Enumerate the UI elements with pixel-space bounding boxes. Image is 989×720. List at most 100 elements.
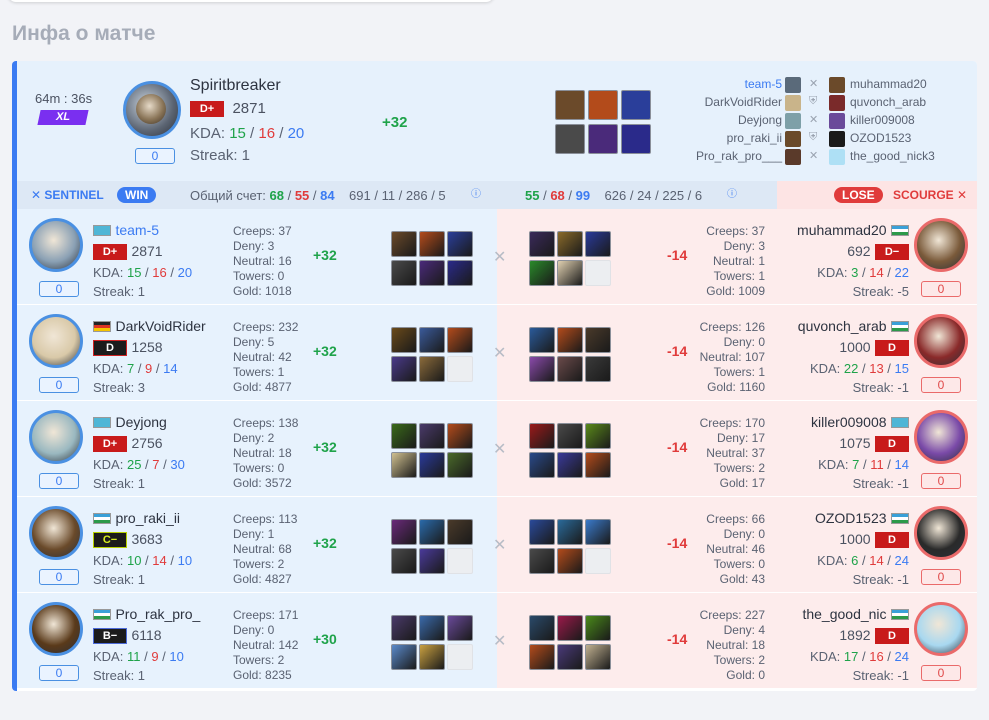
item-slot[interactable]: [447, 548, 473, 574]
player-avatar[interactable]: [914, 506, 968, 560]
sentinel-player-name[interactable]: pro_raki_ii: [727, 131, 782, 145]
item-slot[interactable]: [621, 90, 651, 120]
player-name[interactable]: OZOD1523: [815, 510, 887, 526]
info-icon[interactable]: ⓘ: [471, 185, 481, 200]
item-slot[interactable]: [585, 327, 611, 353]
item-slot[interactable]: [529, 452, 555, 478]
item-slot[interactable]: [585, 519, 611, 545]
item-slot[interactable]: [419, 260, 445, 286]
item-slot[interactable]: [447, 644, 473, 670]
sentinel-player-name[interactable]: team-5: [745, 77, 782, 91]
item-slot[interactable]: [419, 327, 445, 353]
item-slot[interactable]: [621, 123, 651, 154]
item-slot[interactable]: [391, 423, 417, 449]
player-avatar[interactable]: [29, 506, 83, 560]
item-slot[interactable]: [557, 452, 583, 478]
item-slot[interactable]: [391, 615, 417, 641]
player-avatar[interactable]: [29, 218, 83, 272]
item-slot[interactable]: [529, 548, 555, 574]
item-slot[interactable]: [555, 90, 585, 120]
item-slot[interactable]: [419, 231, 445, 257]
item-slot[interactable]: [585, 423, 611, 449]
player-avatar[interactable]: [29, 314, 83, 368]
item-slot[interactable]: [391, 260, 417, 286]
item-slot[interactable]: [585, 548, 611, 574]
player-name[interactable]: killer009008: [811, 414, 887, 430]
item-slot[interactable]: [529, 615, 555, 641]
item-slot[interactable]: [557, 519, 583, 545]
item-slot[interactable]: [529, 231, 555, 257]
item-slot[interactable]: [557, 423, 583, 449]
item-slot[interactable]: [585, 644, 611, 670]
item-slot[interactable]: [529, 644, 555, 670]
sentinel-player-name[interactable]: Pro_rak_pro___: [696, 149, 782, 163]
player-name[interactable]: pro_raki_ii: [115, 510, 180, 526]
player-name[interactable]: Pro_rak_pro_: [115, 606, 200, 622]
hero-avatar[interactable]: [123, 81, 181, 139]
scourge-player-name[interactable]: killer009008: [850, 113, 915, 127]
item-slot[interactable]: [447, 423, 473, 449]
item-slot[interactable]: [557, 548, 583, 574]
item-slot[interactable]: [588, 123, 618, 154]
item-slot[interactable]: [447, 452, 473, 478]
item-slot[interactable]: [391, 548, 417, 574]
scourge-player-name[interactable]: the_good_nick3: [850, 149, 935, 163]
item-slot[interactable]: [419, 519, 445, 545]
scourge-player-name[interactable]: muhammad20: [850, 77, 927, 91]
item-slot[interactable]: [557, 644, 583, 670]
item-slot[interactable]: [447, 615, 473, 641]
player-name[interactable]: quvonch_arab: [798, 318, 887, 334]
player-avatar[interactable]: [914, 602, 968, 656]
item-slot[interactable]: [391, 452, 417, 478]
player-name[interactable]: the_good_nic: [802, 606, 886, 622]
item-slot[interactable]: [557, 327, 583, 353]
item-slot[interactable]: [391, 327, 417, 353]
player-name[interactable]: team-5: [115, 222, 159, 238]
item-slot[interactable]: [585, 231, 611, 257]
item-slot[interactable]: [557, 615, 583, 641]
item-slot[interactable]: [419, 644, 445, 670]
item-slot[interactable]: [391, 356, 417, 382]
item-slot[interactable]: [419, 356, 445, 382]
player-avatar[interactable]: [914, 314, 968, 368]
item-slot[interactable]: [588, 90, 618, 120]
item-slot[interactable]: [529, 260, 555, 286]
item-slot[interactable]: [557, 356, 583, 382]
item-slot[interactable]: [419, 423, 445, 449]
sentinel-player-name[interactable]: Deyjong: [738, 113, 782, 127]
item-slot[interactable]: [447, 231, 473, 257]
player-avatar[interactable]: [914, 410, 968, 464]
item-slot[interactable]: [529, 519, 555, 545]
stat-deny: Deny: 0: [723, 335, 765, 349]
item-slot[interactable]: [447, 327, 473, 353]
item-slot[interactable]: [529, 327, 555, 353]
item-slot[interactable]: [419, 452, 445, 478]
item-slot[interactable]: [447, 519, 473, 545]
item-slot[interactable]: [555, 123, 585, 154]
item-slot[interactable]: [585, 615, 611, 641]
player-avatar[interactable]: [914, 218, 968, 272]
item-slot[interactable]: [585, 356, 611, 382]
item-slot[interactable]: [557, 231, 583, 257]
player-avatar[interactable]: [29, 410, 83, 464]
item-slot[interactable]: [585, 260, 611, 286]
scourge-player-name[interactable]: quvonch_arab: [850, 95, 926, 109]
item-slot[interactable]: [419, 615, 445, 641]
item-slot[interactable]: [391, 644, 417, 670]
item-slot[interactable]: [391, 519, 417, 545]
item-slot[interactable]: [529, 356, 555, 382]
item-slot[interactable]: [419, 548, 445, 574]
item-slot[interactable]: [529, 423, 555, 449]
item-slot[interactable]: [585, 452, 611, 478]
player-avatar[interactable]: [29, 602, 83, 656]
player-name[interactable]: DarkVoidRider: [115, 318, 205, 334]
item-slot[interactable]: [447, 260, 473, 286]
scourge-player-name[interactable]: OZOD1523: [850, 131, 911, 145]
sentinel-player-name[interactable]: DarkVoidRider: [705, 95, 782, 109]
item-slot[interactable]: [391, 231, 417, 257]
info-icon-right[interactable]: ⓘ: [727, 185, 737, 200]
player-name[interactable]: muhammad20: [797, 222, 887, 238]
player-name[interactable]: Deyjong: [115, 414, 166, 430]
item-slot[interactable]: [447, 356, 473, 382]
item-slot[interactable]: [557, 260, 583, 286]
